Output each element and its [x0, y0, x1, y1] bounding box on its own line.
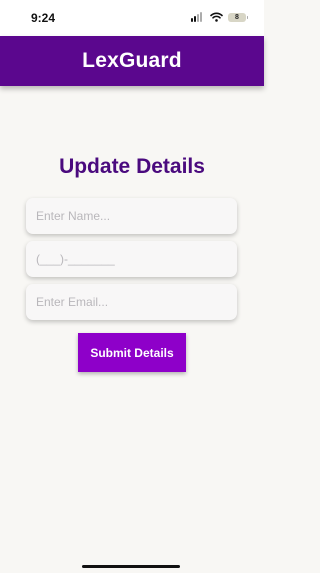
home-indicator: [82, 565, 180, 568]
status-bar: 9:24 8: [0, 0, 264, 36]
battery-level: 8: [235, 13, 239, 21]
email-input[interactable]: [34, 294, 237, 310]
wifi-icon: [210, 12, 223, 22]
signal-icon: [191, 12, 205, 22]
name-field[interactable]: [26, 198, 237, 234]
status-icons: 8: [191, 12, 248, 22]
phone-input[interactable]: [34, 251, 237, 267]
form-title: Update Details: [59, 155, 205, 178]
app-title: LexGuard: [82, 49, 182, 72]
email-field[interactable]: [26, 284, 237, 320]
battery-icon: 8: [228, 12, 248, 22]
status-time: 9:24: [31, 11, 56, 25]
phone-field[interactable]: [26, 241, 237, 277]
name-input[interactable]: [34, 208, 237, 224]
submit-details-button[interactable]: Submit Details: [78, 333, 186, 372]
app-header: LexGuard: [0, 36, 264, 86]
